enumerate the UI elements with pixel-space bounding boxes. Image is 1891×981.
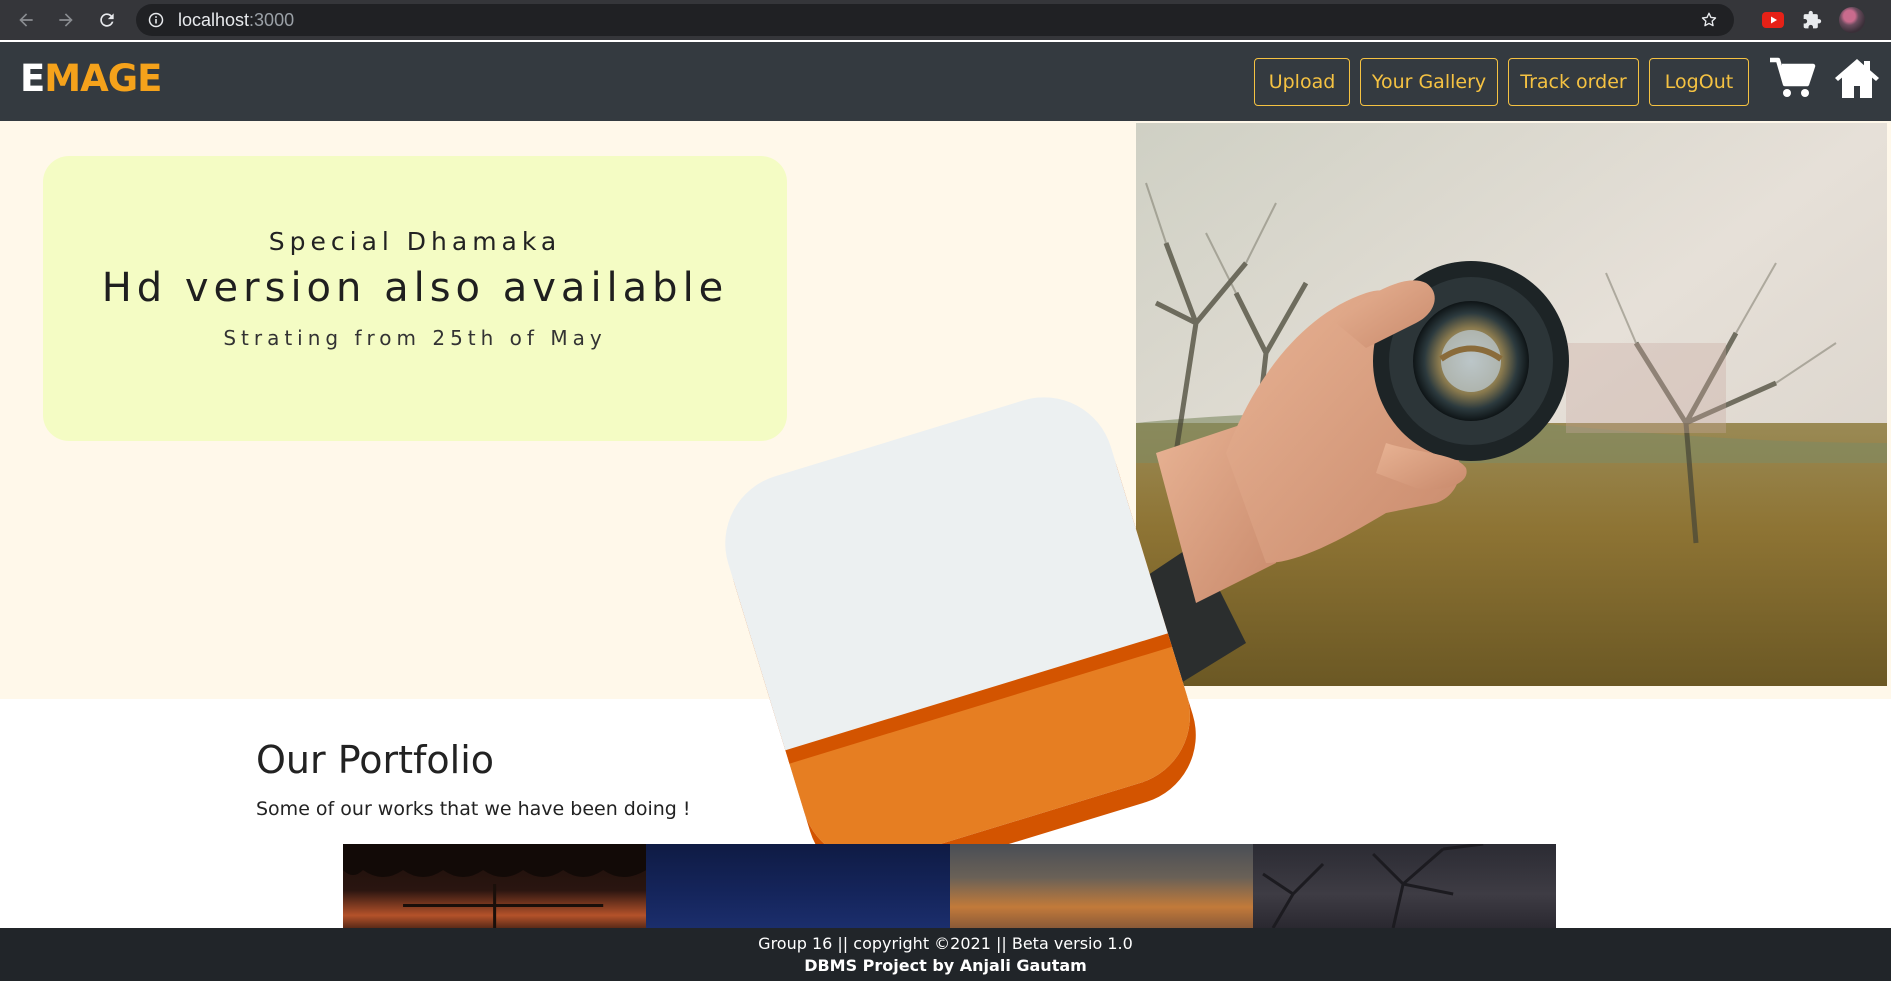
track-order-button[interactable]: Track order xyxy=(1508,58,1639,106)
reload-icon[interactable] xyxy=(95,8,119,32)
back-icon[interactable] xyxy=(14,8,38,32)
promo-title: Hd version also available xyxy=(101,265,729,311)
site-info-icon[interactable] xyxy=(148,12,164,28)
promo-subtitle: Strating from 25th of May xyxy=(223,326,607,350)
portfolio-gallery xyxy=(343,844,1556,928)
promo-card: Special Dhamaka Hd version also availabl… xyxy=(43,156,787,441)
portfolio-image[interactable] xyxy=(646,844,950,928)
logout-button[interactable]: LogOut xyxy=(1649,58,1749,106)
cart-icon[interactable] xyxy=(1768,56,1816,100)
url-text: localhost:3000 xyxy=(178,10,295,30)
portfolio-subtitle: Some of our works that we have been doin… xyxy=(256,798,691,820)
app-navbar: EMAGE Upload Your Gallery Track order Lo… xyxy=(0,42,1891,121)
home-icon[interactable] xyxy=(1833,56,1881,100)
portfolio-image[interactable] xyxy=(949,844,1253,928)
hero-lens-photo xyxy=(1136,123,1887,686)
upload-button[interactable]: Upload xyxy=(1254,58,1350,106)
extensions-puzzle-icon[interactable] xyxy=(1802,10,1822,30)
footer-copyright: Group 16 || copyright ©2021 || Beta vers… xyxy=(758,934,1133,953)
app-tile-illustration xyxy=(725,397,1208,882)
browser-toolbar: localhost:3000 xyxy=(0,0,1891,40)
brand-logo[interactable]: EMAGE xyxy=(20,57,162,100)
footer: Group 16 || copyright ©2021 || Beta vers… xyxy=(0,928,1891,981)
profile-avatar[interactable] xyxy=(1839,7,1865,33)
bookmark-star-icon[interactable] xyxy=(1700,11,1718,29)
youtube-extension-icon[interactable] xyxy=(1762,12,1784,28)
footer-credit: DBMS Project by Anjali Gautam xyxy=(804,956,1087,975)
portfolio-title: Our Portfolio xyxy=(256,738,495,782)
forward-icon[interactable] xyxy=(54,8,78,32)
portfolio-image[interactable] xyxy=(1252,844,1556,928)
portfolio-image[interactable] xyxy=(343,844,647,928)
address-bar[interactable]: localhost:3000 xyxy=(136,4,1734,36)
hero-section: Special Dhamaka Hd version also availabl… xyxy=(0,121,1891,882)
your-gallery-button[interactable]: Your Gallery xyxy=(1360,58,1498,106)
promo-kicker: Special Dhamaka xyxy=(268,227,562,256)
